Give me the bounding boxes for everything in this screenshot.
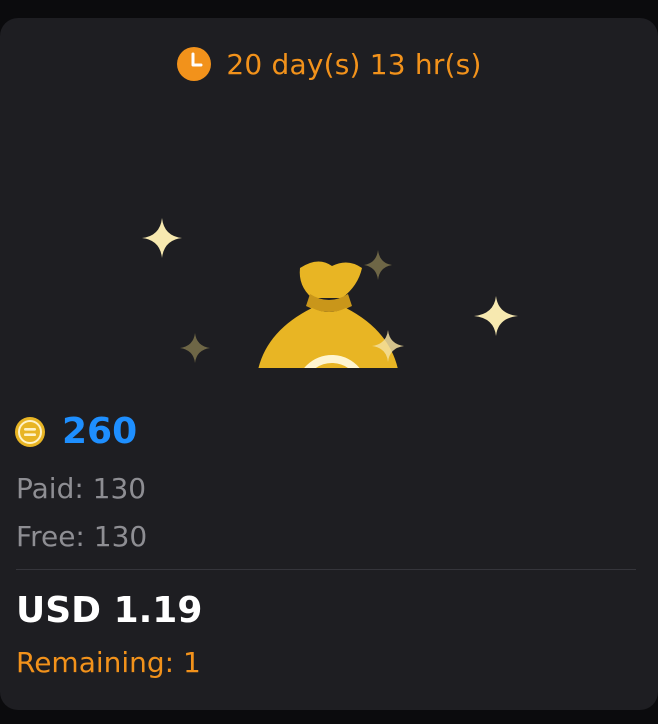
countdown-timer: 20 day(s) 13 hr(s) — [0, 46, 658, 82]
countdown-text: 20 day(s) 13 hr(s) — [226, 47, 482, 81]
sparkle-icon — [180, 333, 210, 363]
clock-icon — [177, 47, 212, 81]
divider — [16, 569, 636, 570]
remaining-count: Remaining: 1 — [16, 646, 201, 679]
offer-card[interactable]: 20 day(s) 13 hr(s) 260 Paid: 130 Free: 1… — [0, 18, 658, 710]
sparkle-icon — [364, 250, 392, 280]
free-coins: Free: 130 — [16, 520, 148, 553]
price-label: USD 1.19 — [16, 590, 203, 631]
coin-balance: 260 — [14, 411, 137, 452]
sparkle-icon — [142, 218, 182, 258]
money-bag-icon — [258, 261, 398, 368]
coin-icon — [15, 416, 45, 447]
sparkle-icon — [474, 296, 518, 336]
money-bag-illustration — [142, 218, 518, 368]
paid-coins: Paid: 130 — [16, 472, 147, 505]
coin-amount: 260 — [62, 411, 138, 452]
